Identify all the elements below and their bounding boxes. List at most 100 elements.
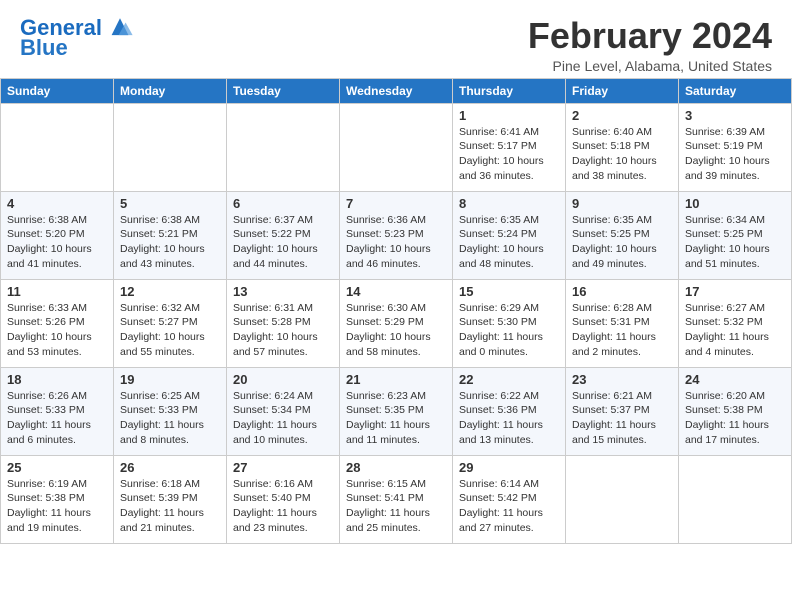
day-info: Sunrise: 6:24 AM Sunset: 5:34 PM Dayligh… (233, 389, 333, 448)
calendar-cell: 2 Sunrise: 6:40 AM Sunset: 5:18 PM Daylig… (566, 103, 679, 191)
day-info: Sunrise: 6:26 AM Sunset: 5:33 PM Dayligh… (7, 389, 107, 448)
location-text: Pine Level, Alabama, United States (528, 58, 772, 74)
calendar-cell (114, 103, 227, 191)
day-info: Sunrise: 6:38 AM Sunset: 5:20 PM Dayligh… (7, 213, 107, 272)
calendar-cell: 17 Sunrise: 6:27 AM Sunset: 5:32 PM Dayli… (679, 279, 792, 367)
day-info: Sunrise: 6:30 AM Sunset: 5:29 PM Dayligh… (346, 301, 446, 360)
day-number: 14 (346, 284, 446, 299)
calendar-cell: 20 Sunrise: 6:24 AM Sunset: 5:34 PM Dayli… (227, 367, 340, 455)
day-info: Sunrise: 6:36 AM Sunset: 5:23 PM Dayligh… (346, 213, 446, 272)
day-info: Sunrise: 6:41 AM Sunset: 5:17 PM Dayligh… (459, 125, 559, 184)
calendar-cell: 1 Sunrise: 6:41 AM Sunset: 5:17 PM Daylig… (453, 103, 566, 191)
day-info: Sunrise: 6:20 AM Sunset: 5:38 PM Dayligh… (685, 389, 785, 448)
calendar-cell: 21 Sunrise: 6:23 AM Sunset: 5:35 PM Dayli… (340, 367, 453, 455)
day-number: 8 (459, 196, 559, 211)
day-number: 18 (7, 372, 107, 387)
day-number: 12 (120, 284, 220, 299)
day-number: 2 (572, 108, 672, 123)
day-info: Sunrise: 6:31 AM Sunset: 5:28 PM Dayligh… (233, 301, 333, 360)
calendar-cell (1, 103, 114, 191)
header-row: SundayMondayTuesdayWednesdayThursdayFrid… (1, 78, 792, 103)
header-day-monday: Monday (114, 78, 227, 103)
header-day-sunday: Sunday (1, 78, 114, 103)
day-info: Sunrise: 6:27 AM Sunset: 5:32 PM Dayligh… (685, 301, 785, 360)
calendar-cell: 10 Sunrise: 6:34 AM Sunset: 5:25 PM Dayli… (679, 191, 792, 279)
day-number: 17 (685, 284, 785, 299)
day-info: Sunrise: 6:18 AM Sunset: 5:39 PM Dayligh… (120, 477, 220, 536)
day-info: Sunrise: 6:40 AM Sunset: 5:18 PM Dayligh… (572, 125, 672, 184)
day-number: 9 (572, 196, 672, 211)
day-info: Sunrise: 6:39 AM Sunset: 5:19 PM Dayligh… (685, 125, 785, 184)
calendar-cell: 23 Sunrise: 6:21 AM Sunset: 5:37 PM Dayli… (566, 367, 679, 455)
day-info: Sunrise: 6:15 AM Sunset: 5:41 PM Dayligh… (346, 477, 446, 536)
day-info: Sunrise: 6:35 AM Sunset: 5:25 PM Dayligh… (572, 213, 672, 272)
calendar-body: 1 Sunrise: 6:41 AM Sunset: 5:17 PM Daylig… (1, 103, 792, 543)
calendar-cell (340, 103, 453, 191)
calendar-cell: 11 Sunrise: 6:33 AM Sunset: 5:26 PM Dayli… (1, 279, 114, 367)
day-number: 20 (233, 372, 333, 387)
calendar-cell: 29 Sunrise: 6:14 AM Sunset: 5:42 PM Dayli… (453, 455, 566, 543)
header-day-thursday: Thursday (453, 78, 566, 103)
week-row-2: 4Sunrise: 6:38 AM Sunset: 5:20 PM Daylig… (1, 191, 792, 279)
day-info: Sunrise: 6:21 AM Sunset: 5:37 PM Dayligh… (572, 389, 672, 448)
header-day-wednesday: Wednesday (340, 78, 453, 103)
week-row-4: 18 Sunrise: 6:26 AM Sunset: 5:33 PM Dayli… (1, 367, 792, 455)
calendar-cell: 24 Sunrise: 6:20 AM Sunset: 5:38 PM Dayli… (679, 367, 792, 455)
day-number: 26 (120, 460, 220, 475)
calendar-cell: 8 Sunrise: 6:35 AM Sunset: 5:24 PM Daylig… (453, 191, 566, 279)
day-number: 19 (120, 372, 220, 387)
calendar-cell: 22 Sunrise: 6:22 AM Sunset: 5:36 PM Dayli… (453, 367, 566, 455)
header-day-tuesday: Tuesday (227, 78, 340, 103)
day-number: 25 (7, 460, 107, 475)
logo-icon (106, 12, 134, 40)
day-info: Sunrise: 6:14 AM Sunset: 5:42 PM Dayligh… (459, 477, 559, 536)
day-number: 29 (459, 460, 559, 475)
calendar-cell: 5Sunrise: 6:38 AM Sunset: 5:21 PM Daylig… (114, 191, 227, 279)
logo: General Blue (20, 16, 134, 60)
day-number: 10 (685, 196, 785, 211)
day-info: Sunrise: 6:34 AM Sunset: 5:25 PM Dayligh… (685, 213, 785, 272)
day-number: 3 (685, 108, 785, 123)
day-number: 27 (233, 460, 333, 475)
day-number: 24 (685, 372, 785, 387)
header-day-friday: Friday (566, 78, 679, 103)
calendar-cell: 7 Sunrise: 6:36 AM Sunset: 5:23 PM Daylig… (340, 191, 453, 279)
calendar-cell: 9 Sunrise: 6:35 AM Sunset: 5:25 PM Daylig… (566, 191, 679, 279)
day-number: 11 (7, 284, 107, 299)
day-number: 7 (346, 196, 446, 211)
week-row-3: 11 Sunrise: 6:33 AM Sunset: 5:26 PM Dayli… (1, 279, 792, 367)
day-info: Sunrise: 6:19 AM Sunset: 5:38 PM Dayligh… (7, 477, 107, 536)
header-day-saturday: Saturday (679, 78, 792, 103)
calendar-cell: 3 Sunrise: 6:39 AM Sunset: 5:19 PM Daylig… (679, 103, 792, 191)
day-info: Sunrise: 6:37 AM Sunset: 5:22 PM Dayligh… (233, 213, 333, 272)
calendar-cell: 6Sunrise: 6:37 AM Sunset: 5:22 PM Daylig… (227, 191, 340, 279)
calendar-cell: 12Sunrise: 6:32 AM Sunset: 5:27 PM Dayli… (114, 279, 227, 367)
day-info: Sunrise: 6:23 AM Sunset: 5:35 PM Dayligh… (346, 389, 446, 448)
calendar-cell (566, 455, 679, 543)
day-number: 21 (346, 372, 446, 387)
calendar-cell: 16Sunrise: 6:28 AM Sunset: 5:31 PM Dayli… (566, 279, 679, 367)
day-info: Sunrise: 6:33 AM Sunset: 5:26 PM Dayligh… (7, 301, 107, 360)
day-info: Sunrise: 6:16 AM Sunset: 5:40 PM Dayligh… (233, 477, 333, 536)
day-number: 1 (459, 108, 559, 123)
calendar-table: SundayMondayTuesdayWednesdayThursdayFrid… (0, 78, 792, 544)
calendar-cell: 27 Sunrise: 6:16 AM Sunset: 5:40 PM Dayli… (227, 455, 340, 543)
day-number: 23 (572, 372, 672, 387)
day-info: Sunrise: 6:29 AM Sunset: 5:30 PM Dayligh… (459, 301, 559, 360)
title-block: February 2024 Pine Level, Alabama, Unite… (528, 16, 772, 74)
day-info: Sunrise: 6:28 AM Sunset: 5:31 PM Dayligh… (572, 301, 672, 360)
calendar-cell: 18 Sunrise: 6:26 AM Sunset: 5:33 PM Dayli… (1, 367, 114, 455)
calendar-cell: 28 Sunrise: 6:15 AM Sunset: 5:41 PM Dayli… (340, 455, 453, 543)
day-number: 22 (459, 372, 559, 387)
day-info: Sunrise: 6:22 AM Sunset: 5:36 PM Dayligh… (459, 389, 559, 448)
calendar-cell: 15Sunrise: 6:29 AM Sunset: 5:30 PM Dayli… (453, 279, 566, 367)
calendar-cell: 13Sunrise: 6:31 AM Sunset: 5:28 PM Dayli… (227, 279, 340, 367)
day-number: 5 (120, 196, 220, 211)
day-number: 28 (346, 460, 446, 475)
calendar-cell (227, 103, 340, 191)
calendar-header: SundayMondayTuesdayWednesdayThursdayFrid… (1, 78, 792, 103)
calendar-cell: 14 Sunrise: 6:30 AM Sunset: 5:29 PM Dayli… (340, 279, 453, 367)
calendar-cell: 26 Sunrise: 6:18 AM Sunset: 5:39 PM Dayli… (114, 455, 227, 543)
day-info: Sunrise: 6:35 AM Sunset: 5:24 PM Dayligh… (459, 213, 559, 272)
calendar-cell: 4Sunrise: 6:38 AM Sunset: 5:20 PM Daylig… (1, 191, 114, 279)
